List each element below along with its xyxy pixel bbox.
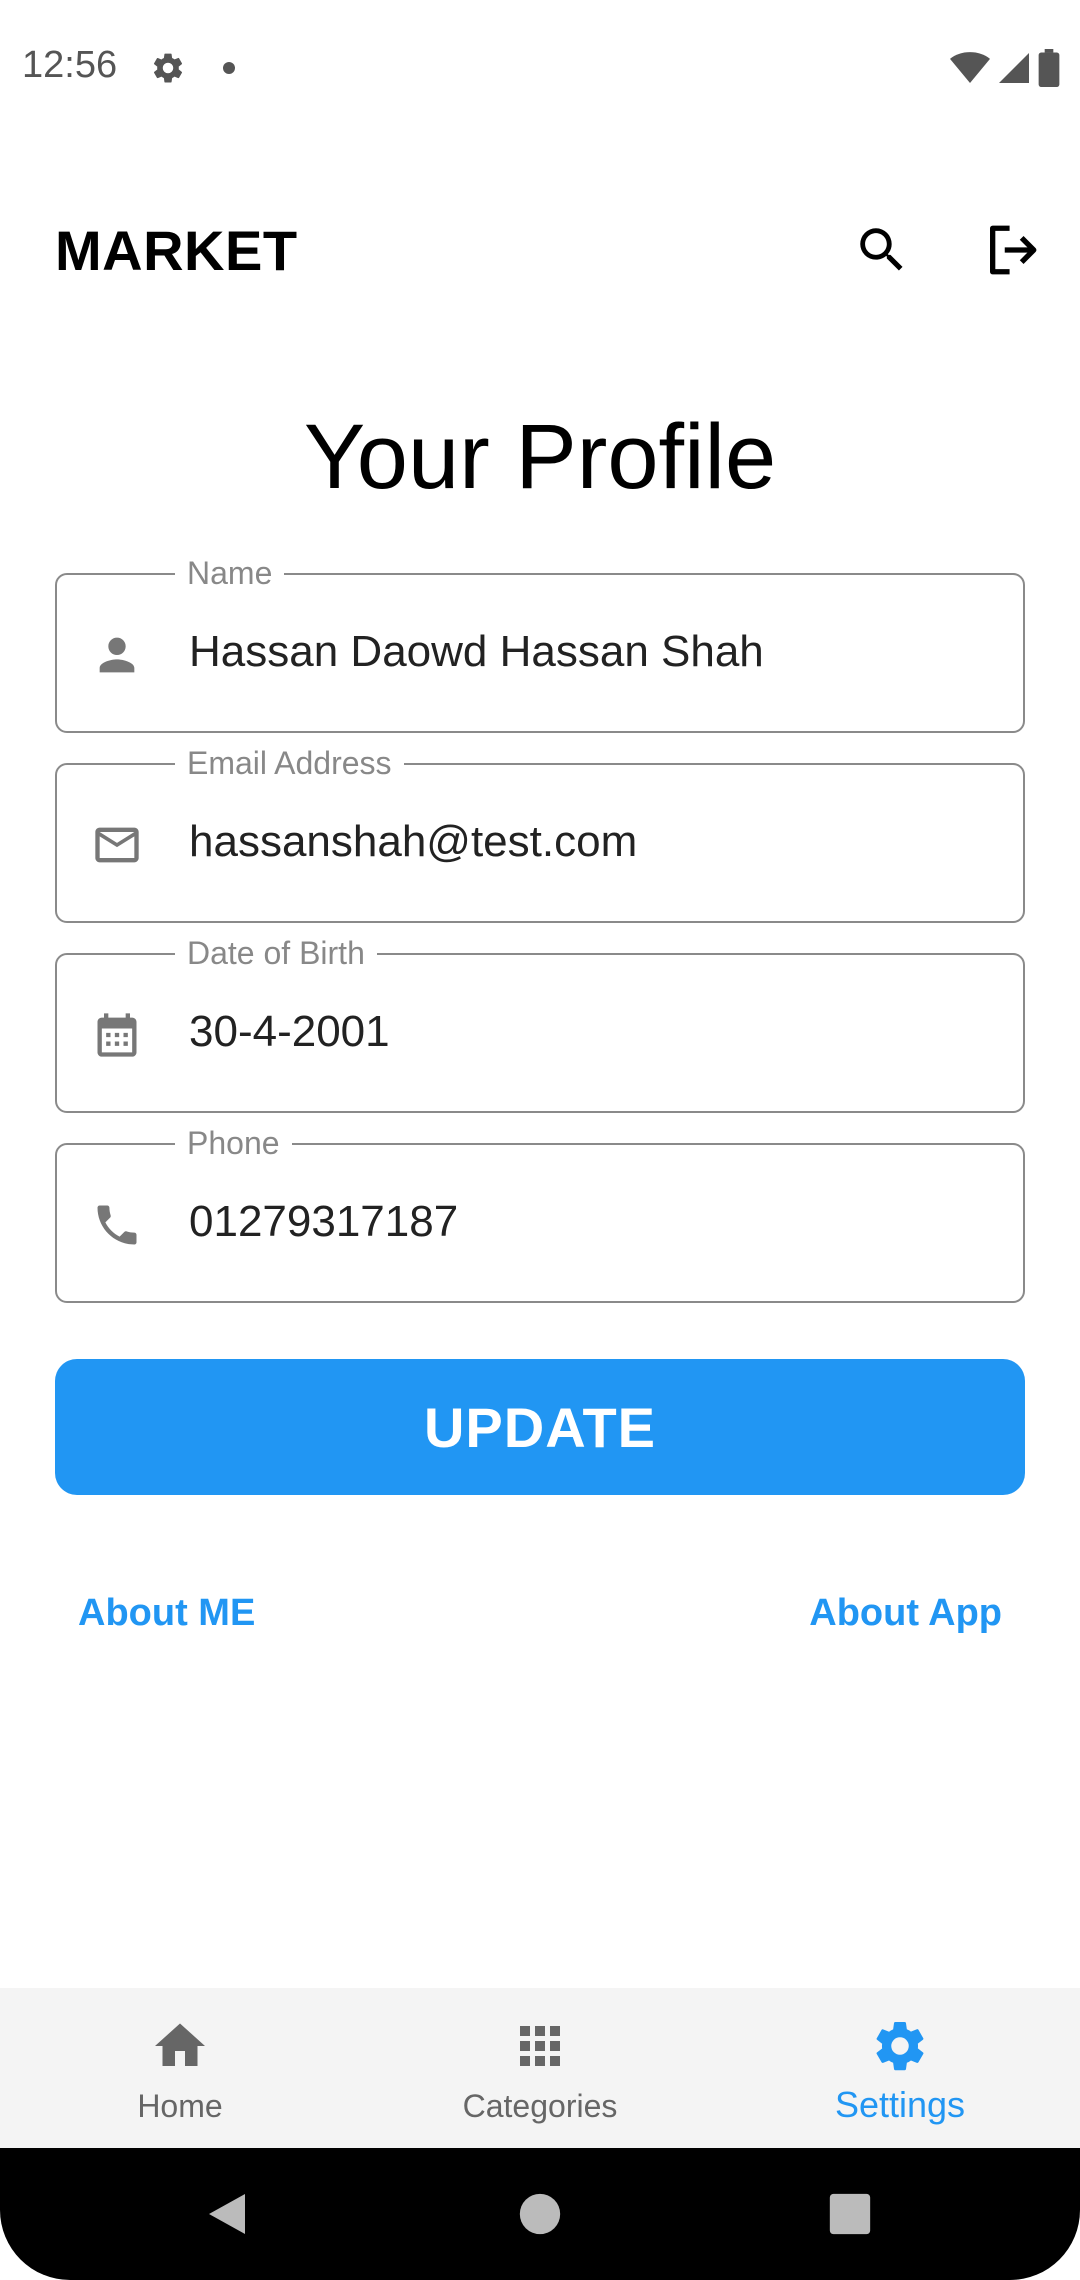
- logout-icon: [990, 225, 1037, 275]
- name-input[interactable]: Hassan Daowd Hassan Shah: [189, 627, 764, 677]
- status-indicators: [950, 48, 1060, 88]
- status-bar: 12:56: [0, 0, 1080, 135]
- grid-icon: [520, 2026, 560, 2066]
- search-icon: [860, 228, 903, 271]
- settings-icon: [876, 2022, 924, 2071]
- nav-categories[interactable]: Categories: [360, 1988, 720, 2148]
- status-time: 12:56: [22, 44, 118, 86]
- name-field-label: Name: [175, 555, 285, 592]
- update-button[interactable]: UPDATE: [55, 1359, 1025, 1495]
- nav-home-label: Home: [137, 2088, 223, 2124]
- name-field[interactable]: Name Hassan Daowd Hassan Shah: [55, 555, 1025, 733]
- nav-home[interactable]: Home: [0, 1988, 360, 2148]
- email-input[interactable]: hassanshah@test.com: [189, 817, 637, 867]
- nav-settings[interactable]: Settings: [720, 1988, 1080, 2148]
- app-bar: MARKET: [0, 180, 1080, 320]
- phone-icon: [97, 1205, 137, 1245]
- date-of-birth-field-label: Date of Birth: [175, 935, 377, 972]
- battery-icon: [1038, 49, 1060, 87]
- home-circle-icon[interactable]: [518, 2192, 562, 2236]
- calendar-icon: [97, 1013, 137, 1057]
- date-of-birth-input[interactable]: 30-4-2001: [189, 1007, 390, 1057]
- nav-settings-label: Settings: [834, 2084, 966, 2125]
- back-icon[interactable]: [205, 2190, 249, 2238]
- home-icon: [155, 2023, 205, 2066]
- phone-field[interactable]: Phone 01279317187: [55, 1125, 1025, 1303]
- bottom-navigation: Home Categories Settings: [0, 1988, 1080, 2148]
- page-title: Your Profile: [303, 406, 777, 508]
- nav-categories-label: Categories: [462, 2088, 618, 2124]
- person-icon: [99, 637, 135, 673]
- email-field[interactable]: Email Address hassanshah@test.com: [55, 745, 1025, 923]
- phone-field-label: Phone: [175, 1125, 292, 1162]
- system-navigation-bar: [0, 2148, 1080, 2280]
- phone-input[interactable]: 01279317187: [189, 1197, 458, 1247]
- wifi-icon: [950, 52, 990, 83]
- cellular-signal-icon: [999, 53, 1029, 83]
- search-button[interactable]: [842, 210, 922, 290]
- date-of-birth-field[interactable]: Date of Birth 30-4-2001: [55, 935, 1025, 1113]
- about-app-link[interactable]: About App: [809, 1592, 1002, 1635]
- email-icon: [95, 827, 139, 863]
- email-field-label: Email Address: [175, 745, 404, 782]
- logout-button[interactable]: [972, 210, 1052, 290]
- settings-status-icon: [153, 53, 183, 83]
- notification-dot-icon: [223, 62, 235, 74]
- about-me-link[interactable]: About ME: [78, 1592, 255, 1635]
- app-title: MARKET: [55, 219, 298, 282]
- recents-square-icon[interactable]: [828, 2192, 872, 2236]
